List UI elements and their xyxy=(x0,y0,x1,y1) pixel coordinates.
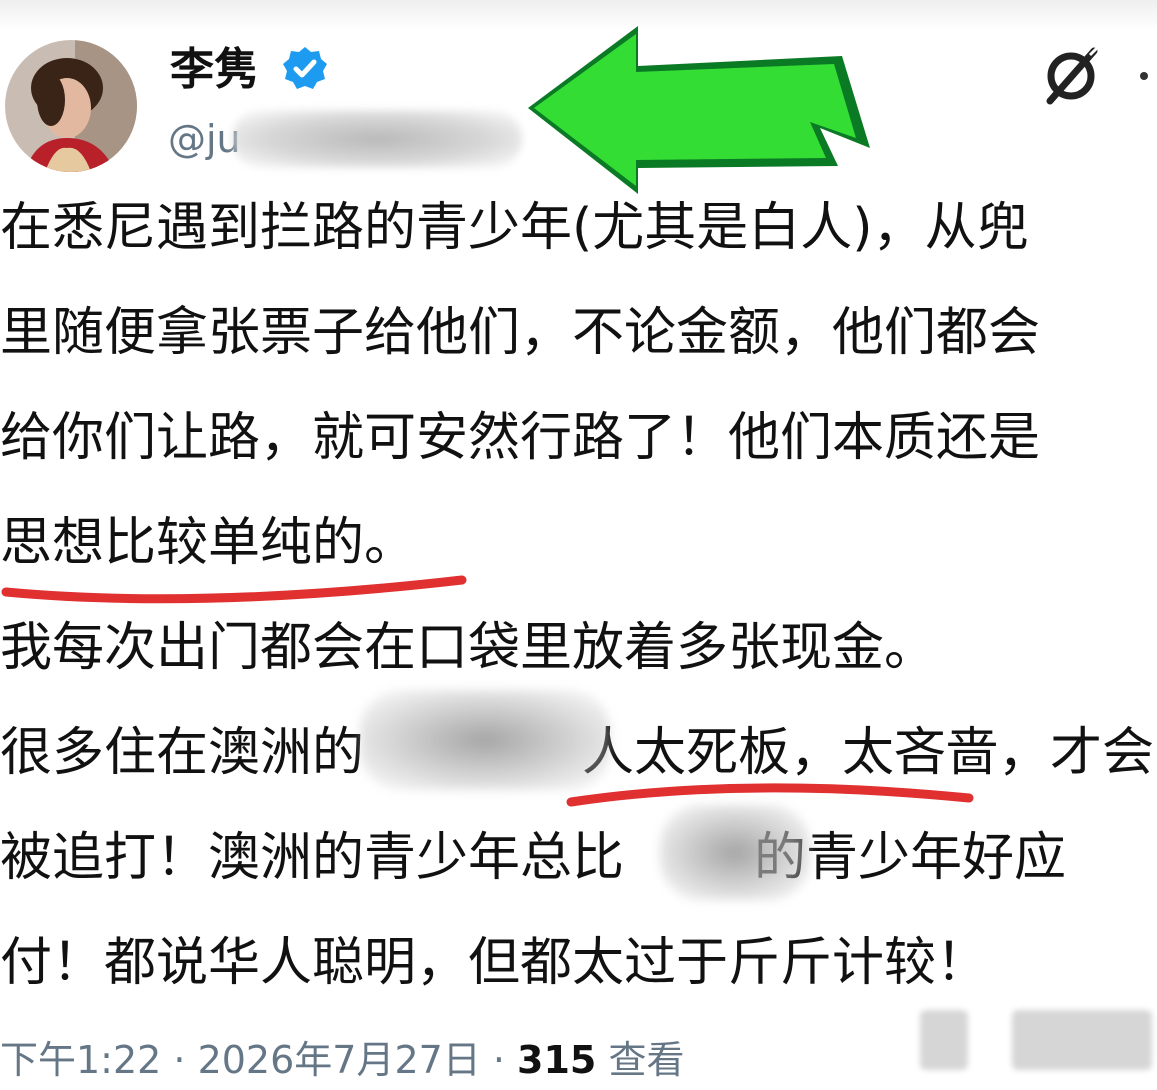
avatar[interactable] xyxy=(5,40,137,172)
annotation-arrow-icon xyxy=(528,26,870,194)
red-underline-icon xyxy=(566,783,974,807)
timestamp[interactable]: 下午1:22 · 2026年7月27日 · xyxy=(0,1038,517,1082)
redaction-block xyxy=(920,1010,968,1070)
verified-badge-icon xyxy=(283,47,327,89)
tweet-segment: 被追打！澳洲的青少年总比 xyxy=(0,828,625,888)
grok-icon[interactable] xyxy=(1040,45,1102,107)
tweet-line: 付！都说华人聪明，但都太过于斤斤计较！ xyxy=(0,933,989,993)
redaction-block xyxy=(1012,1010,1152,1070)
handle-redaction xyxy=(232,110,522,168)
tweet-segment: 很多住在澳洲的 xyxy=(0,723,365,783)
display-name[interactable]: 李隽 xyxy=(170,42,258,98)
tweet-line: 被追打！澳洲的青少年总比 的青少年好应 xyxy=(0,806,1157,911)
profile-photo-icon xyxy=(5,40,137,172)
tweet-line: 在悉尼遇到拦路的青少年(尤其是白人)，从兜 xyxy=(0,198,1029,258)
tweet-segment: 人太死板，太吝啬，才会 xyxy=(582,723,1155,783)
views-count: 315 xyxy=(517,1038,597,1082)
tweet-line: 里随便拿张票子给他们，不论金额，他们都会 xyxy=(0,303,1041,363)
redaction-smudge xyxy=(360,690,610,790)
tweet-line: 给你们让路，就可安然行路了！他们本质还是 xyxy=(0,408,1041,468)
views-label: 查看 xyxy=(596,1038,685,1082)
red-underline-icon xyxy=(1,575,467,604)
tweet-meta: 下午1:22 · 2026年7月27日 · 315 查看 xyxy=(0,1030,684,1090)
tweet-line: 我每次出门都会在口袋里放着多张现金。 xyxy=(0,618,937,678)
more-icon[interactable] xyxy=(1140,72,1148,80)
